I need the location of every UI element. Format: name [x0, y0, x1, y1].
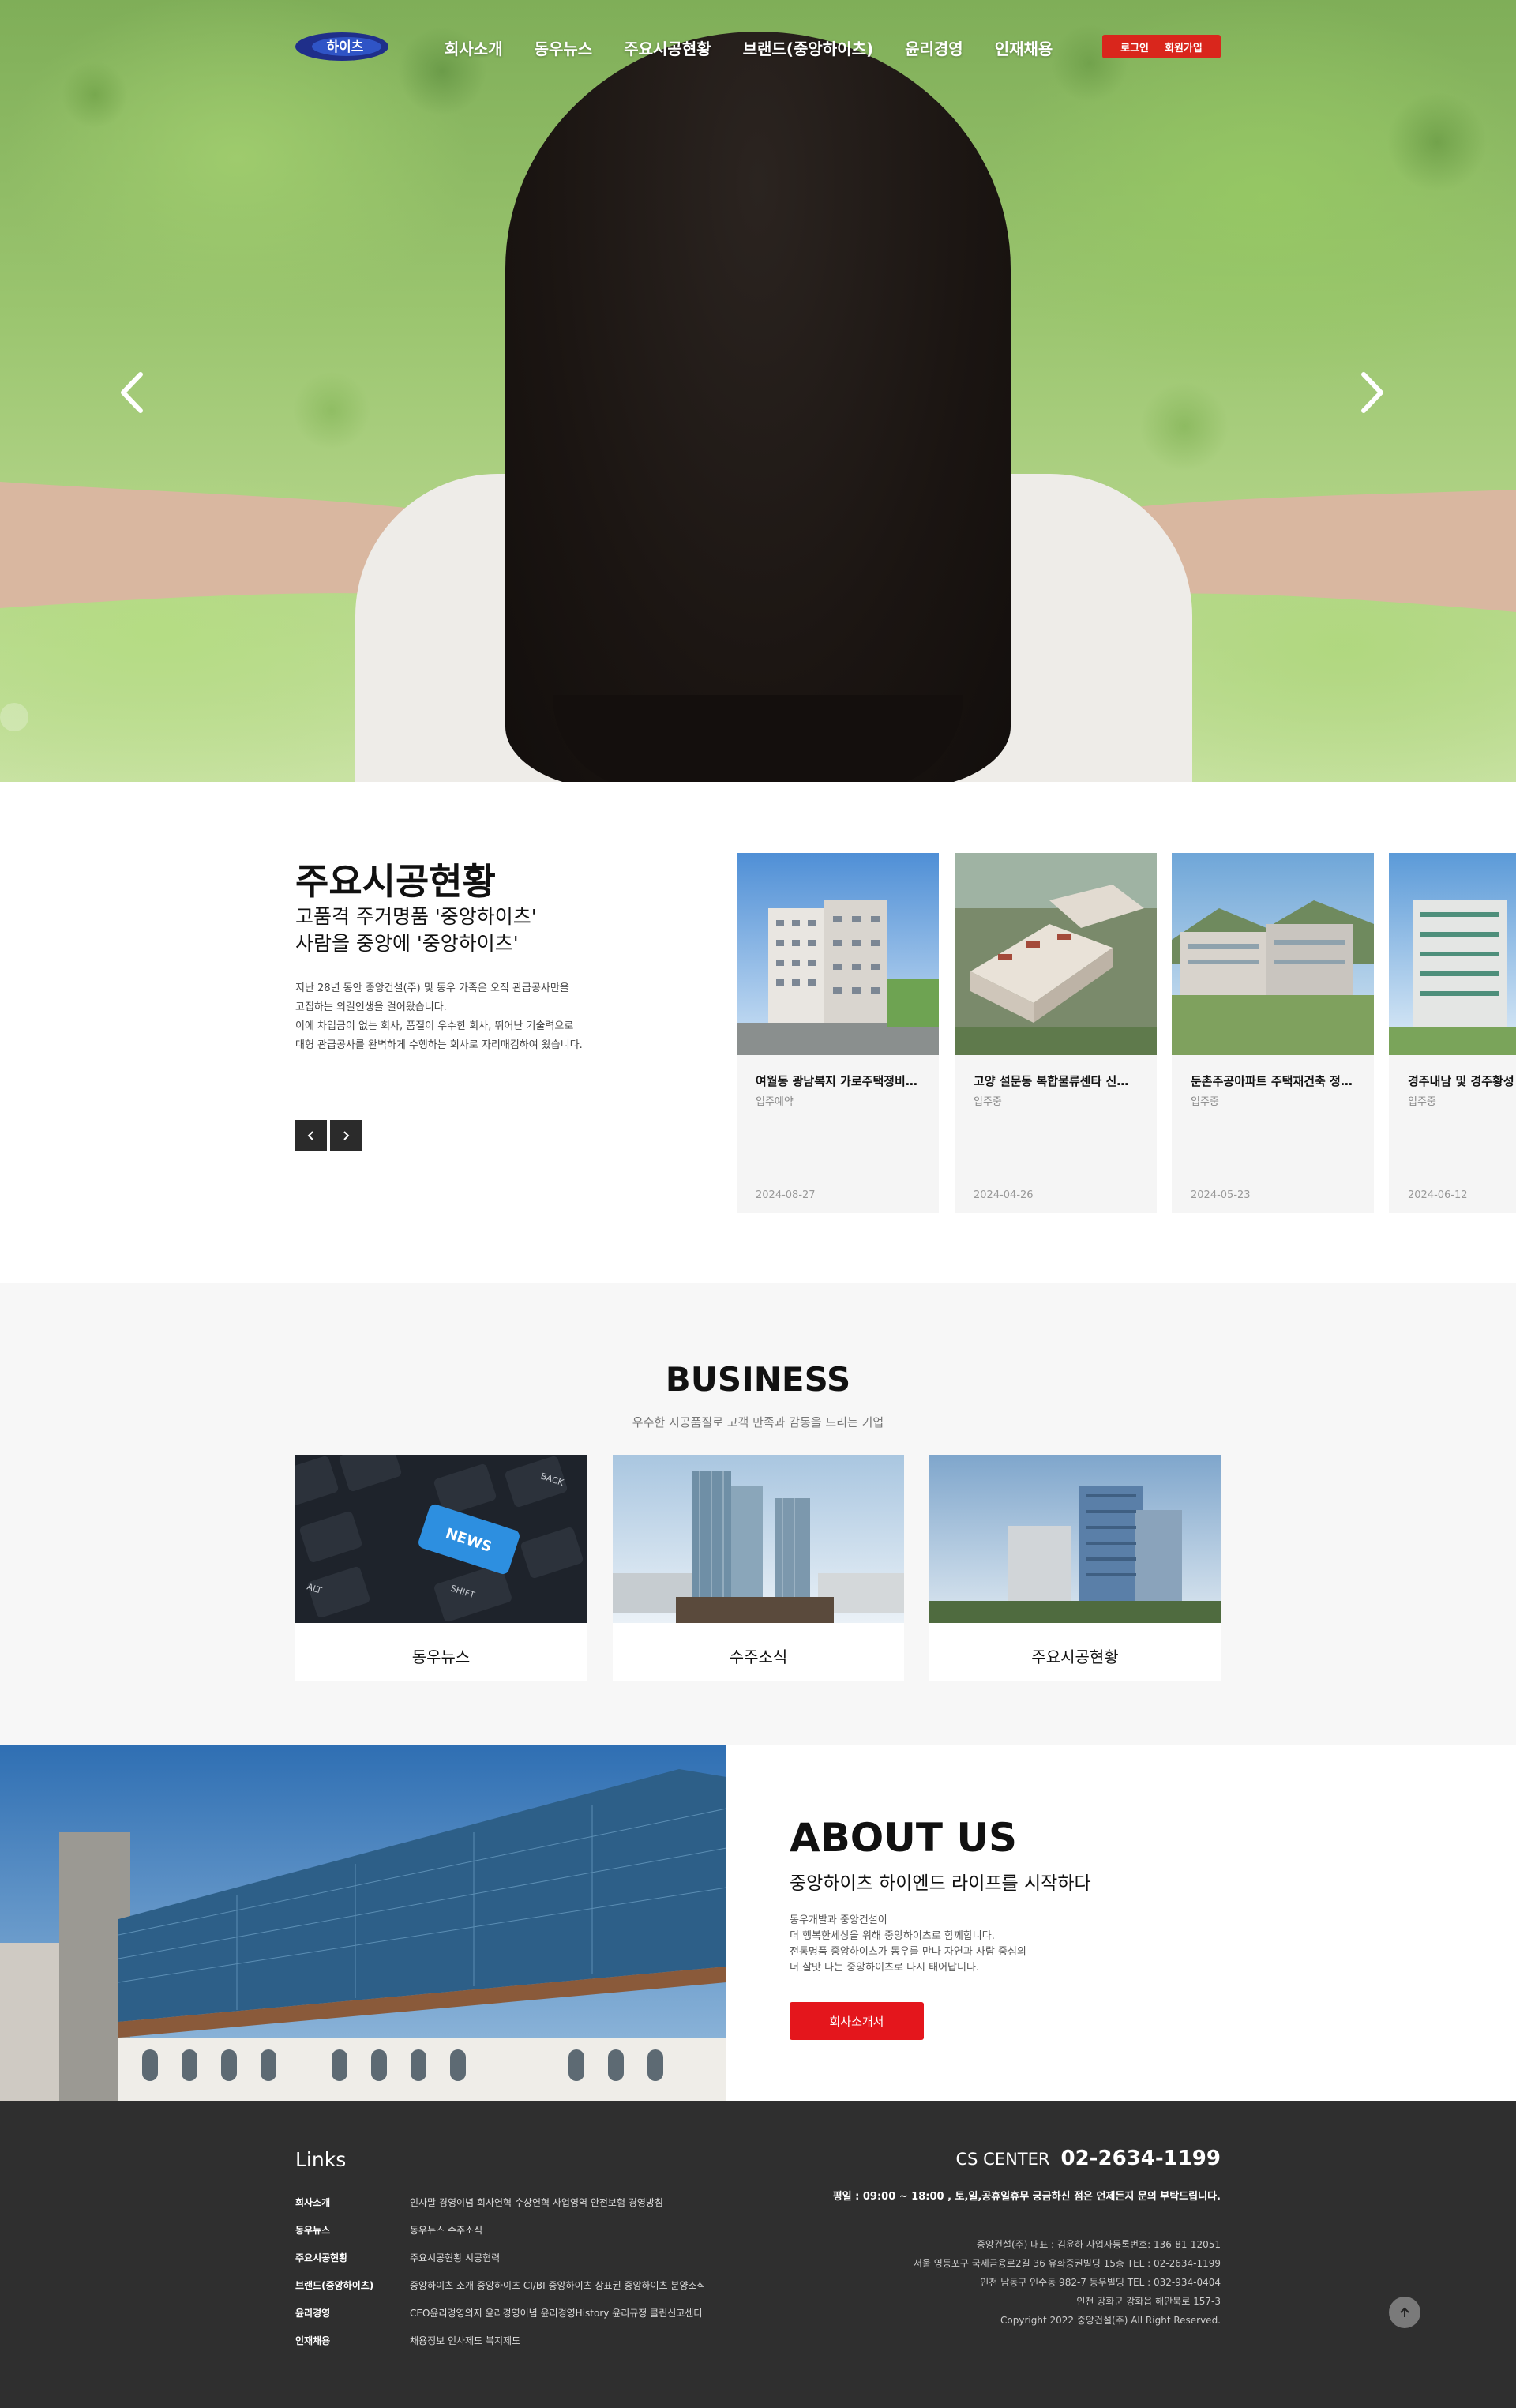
business-card-image — [613, 1455, 904, 1623]
business-card-news[interactable]: NEWS BACK ALT SHIFT 동우뉴스 — [295, 1455, 587, 1681]
footer-link-values[interactable]: 동우뉴스 수주소식 — [410, 2223, 482, 2237]
business-section: BUSINESS 우수한 시공품질로 고객 만족과 감동을 드리는 기업 NEW… — [0, 1283, 1516, 1745]
about-description: 동우개발과 중앙건설이 더 행복한세상을 위해 중앙하이츠로 함께합니다. 전통… — [790, 1914, 1026, 1974]
nav-item-ethics[interactable]: 윤리경영 — [905, 36, 963, 59]
footer-links-title: Links — [295, 2148, 347, 2171]
footer-link-key[interactable]: 동우뉴스 — [295, 2223, 410, 2237]
site-header: 하이츠 회사소개 동우뉴스 주요시공현황 브랜드(중앙하이츠) 윤리경영 인재채… — [0, 0, 1516, 95]
construction-card-date: 2024-06-12 — [1408, 1189, 1468, 1201]
business-card-image: NEWS BACK ALT SHIFT — [295, 1455, 587, 1623]
scroll-top-button[interactable] — [1389, 2297, 1420, 2328]
footer-link-key[interactable]: 브랜드(중앙하이츠) — [295, 2278, 410, 2292]
hero-slider — [0, 0, 1516, 782]
business-card-label: 동우뉴스 — [411, 1647, 471, 1666]
about-title: ABOUT US — [790, 1815, 1018, 1861]
business-card-label: 주요시공현황 — [1031, 1647, 1119, 1666]
construction-card[interactable]: 고양 설문동 복합물류센타 신축공사 입주중 2024-04-26 — [955, 853, 1157, 1213]
construction-card-date: 2024-05-23 — [1191, 1189, 1251, 1201]
company-brochure-button[interactable]: 회사소개서 — [790, 2002, 924, 2040]
construction-card-image — [1172, 853, 1374, 1055]
footer-link-key[interactable]: 주요시공현황 — [295, 2251, 410, 2264]
chevron-right-icon — [343, 1131, 350, 1140]
site-footer: Links 회사소개 인사말 경영이념 회사연혁 수상연혁 사업영역 안전보험 … — [0, 2101, 1516, 2408]
construction-card[interactable]: 둔촌주공아파트 주택재건축 정비사업 입주중 2024-05-23 — [1172, 853, 1374, 1213]
business-card-image — [929, 1455, 1221, 1623]
construction-title: 주요시공현황 — [295, 860, 496, 903]
construction-prev-button[interactable] — [295, 1120, 327, 1151]
hero-prev-arrow-icon[interactable] — [111, 365, 158, 420]
construction-card-carousel: 여월동 광남복지 가로주택정비사업 입주예약 2024-08-27 고양 설문동… — [737, 853, 1516, 1216]
site-logo[interactable]: 하이츠 — [295, 30, 389, 63]
copyright: Copyright 2022 중앙건설(주) All Right Reserve… — [1000, 2315, 1221, 2326]
cs-center-label: CS CENTER — [955, 2150, 1050, 2169]
construction-slider-controls — [295, 1120, 362, 1151]
construction-card-title: 여월동 광남복지 가로주택정비사업 — [756, 1074, 921, 1088]
footer-link-row: 동우뉴스 동우뉴스 수주소식 — [295, 2223, 482, 2237]
hero-pagination-dot[interactable] — [0, 703, 28, 731]
footer-link-values[interactable]: 채용정보 인사제도 복지제도 — [410, 2334, 520, 2347]
company-info: 중앙건설(주) 대표 : 김윤하 사업자등록번호: 136-81-12051 서… — [914, 2235, 1221, 2330]
business-card-construction[interactable]: 주요시공현황 — [929, 1455, 1221, 1681]
footer-link-row: 주요시공현황 주요시공현황 시공협력 — [295, 2251, 500, 2264]
construction-card-status: 입주중 — [974, 1096, 1002, 1108]
hero-next-arrow-icon[interactable] — [1346, 365, 1394, 420]
business-card-orders[interactable]: 수주소식 — [613, 1455, 904, 1681]
signup-link[interactable]: 회원가입 — [1165, 39, 1203, 54]
about-building-image — [0, 1745, 726, 2101]
construction-card-status: 입주예약 — [756, 1096, 794, 1108]
construction-next-button[interactable] — [330, 1120, 362, 1151]
about-subtitle: 중앙하이츠 하이엔드 라이프를 시작하다 — [790, 1873, 1091, 1894]
chevron-left-icon — [307, 1131, 313, 1140]
cs-center-phone: 02-2634-1199 — [1060, 2147, 1221, 2170]
auth-box: 로그인 회원가입 — [1102, 35, 1221, 58]
construction-card-status: 입주중 — [1191, 1096, 1219, 1108]
construction-subtitle: 고품격 주거명품 '중앙하이츠' 사람을 중앙에 '중앙하이츠' — [295, 905, 537, 955]
construction-card[interactable]: 경주내남 및 경주황성 입주중 2024-06-12 — [1389, 853, 1516, 1213]
construction-card-title: 경주내남 및 경주황성 — [1408, 1074, 1514, 1088]
business-title: BUSINESS — [665, 1360, 851, 1399]
footer-link-row: 회사소개 인사말 경영이념 회사연혁 수상연혁 사업영역 안전보험 경영방침 — [295, 2196, 663, 2209]
nav-item-brand[interactable]: 브랜드(중앙하이츠) — [743, 36, 873, 59]
footer-link-values[interactable]: 주요시공현황 시공협력 — [410, 2251, 500, 2264]
construction-card-image — [1389, 853, 1516, 1055]
construction-card-image — [737, 853, 939, 1055]
main-nav: 회사소개 동우뉴스 주요시공현황 브랜드(중앙하이츠) 윤리경영 인재채용 — [445, 36, 1053, 59]
footer-link-row: 브랜드(중앙하이츠) 중앙하이츠 소개 중앙하이츠 CI/BI 중앙하이츠 상표… — [295, 2278, 706, 2292]
construction-card-date: 2024-08-27 — [756, 1189, 816, 1201]
footer-link-key[interactable]: 회사소개 — [295, 2196, 410, 2209]
nav-item-recruit[interactable]: 인재채용 — [995, 36, 1053, 59]
construction-card-image — [955, 853, 1157, 1055]
footer-link-values[interactable]: 중앙하이츠 소개 중앙하이츠 CI/BI 중앙하이츠 상표권 중앙하이츠 분양소… — [410, 2278, 706, 2292]
footer-link-row: 인재채용 채용정보 인사제도 복지제도 — [295, 2334, 520, 2347]
nav-item-construction[interactable]: 주요시공현황 — [624, 36, 711, 59]
construction-description: 지난 28년 동안 중앙건설(주) 및 동우 가족은 오직 관급공사만을 고집하… — [295, 982, 583, 1051]
construction-card-status: 입주중 — [1408, 1096, 1436, 1108]
business-card-label: 수주소식 — [729, 1647, 788, 1666]
login-link[interactable]: 로그인 — [1120, 39, 1149, 54]
footer-link-values[interactable]: CEO윤리경영의지 윤리경영이념 윤리경영History 윤리규정 클린신고센터 — [410, 2306, 702, 2320]
arrow-up-icon — [1400, 2307, 1409, 2317]
footer-link-row: 윤리경영 CEO윤리경영의지 윤리경영이념 윤리경영History 윤리규정 클… — [295, 2306, 702, 2320]
construction-card-date: 2024-04-26 — [974, 1189, 1034, 1201]
cs-center: CS CENTER 02-2634-1199 — [956, 2147, 1221, 2170]
business-subtitle: 우수한 시공품질로 고객 만족과 감동을 드리는 기업 — [632, 1415, 884, 1429]
logo-text: 하이츠 — [327, 39, 364, 55]
construction-card-title: 둔촌주공아파트 주택재건축 정비사업 — [1191, 1074, 1357, 1088]
nav-item-news[interactable]: 동우뉴스 — [535, 36, 593, 59]
footer-link-key[interactable]: 윤리경영 — [295, 2306, 410, 2320]
hero-woman-hair — [505, 32, 1011, 782]
footer-link-values[interactable]: 인사말 경영이념 회사연혁 수상연혁 사업영역 안전보험 경영방침 — [410, 2196, 663, 2209]
construction-card[interactable]: 여월동 광남복지 가로주택정비사업 입주예약 2024-08-27 — [737, 853, 939, 1213]
nav-item-company[interactable]: 회사소개 — [445, 36, 503, 59]
footer-link-key[interactable]: 인재채용 — [295, 2334, 410, 2347]
business-hours: 평일 : 09:00 ~ 18:00 , 토,일,공휴일휴무 궁금하신 점은 언… — [832, 2191, 1221, 2203]
construction-card-title: 고양 설문동 복합물류센타 신축공사 — [974, 1074, 1139, 1088]
